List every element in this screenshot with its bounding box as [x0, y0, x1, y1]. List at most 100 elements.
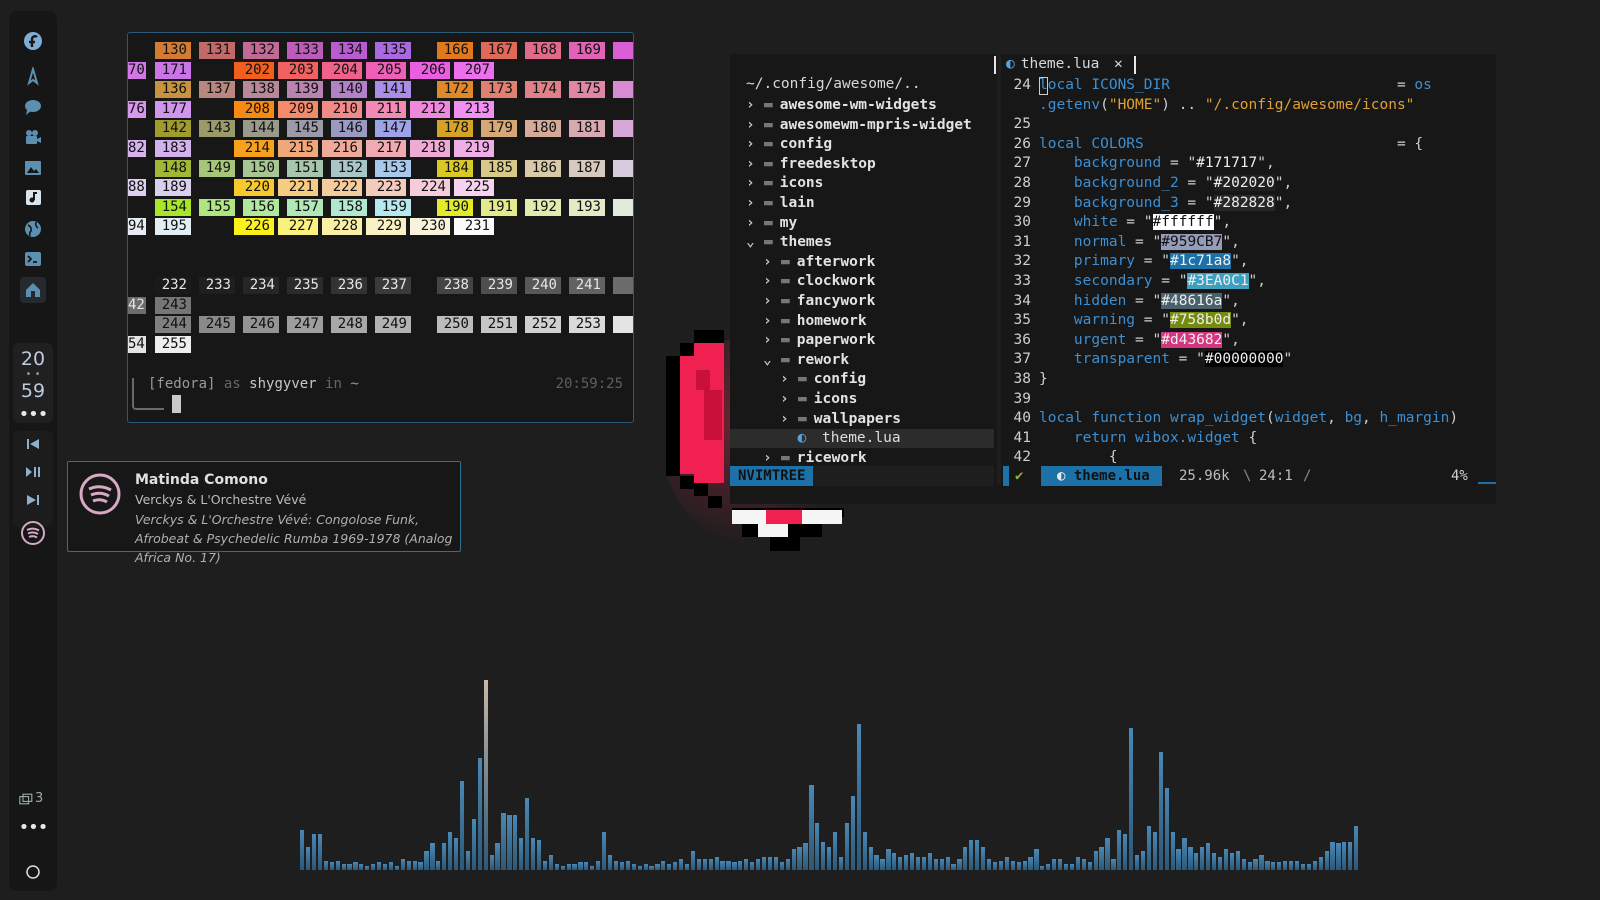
code-token: bg [1344, 410, 1363, 427]
chevron-right-icon: › [746, 195, 755, 211]
video-icon[interactable] [22, 126, 44, 148]
visualizer-bar [1253, 858, 1258, 870]
next-icon[interactable] [23, 490, 43, 510]
visualizer-bar [1318, 856, 1323, 870]
layout-count: 3 [35, 791, 44, 806]
code-token: ", [1213, 214, 1232, 231]
chevron-right-icon: › [780, 371, 789, 388]
check-icon: ✔ [1015, 468, 1024, 484]
visualizer-bar [738, 860, 743, 870]
color-cell: 42 [128, 296, 146, 314]
previous-icon[interactable] [23, 434, 43, 454]
color-cell: 206 [410, 61, 450, 79]
code-token: #d43682 [1161, 331, 1223, 348]
code-line: 40 local function wrap_widget(widget, bg,… [1001, 409, 1496, 429]
status-filename: ◐ theme.lua [1041, 466, 1162, 486]
music-notification[interactable]: Matinda Comono Verckys & L'Orchestre Vév… [67, 461, 461, 565]
line-number: 28 [1013, 175, 1031, 191]
spotify-icon[interactable] [20, 520, 46, 546]
code-token: widget [1274, 410, 1328, 427]
tree-folder-item[interactable]: › ▬ paperwork [730, 331, 994, 350]
tree-folder-item[interactable]: › ▬ awesomewm-mpris-widget [730, 116, 994, 135]
tree-folder-item[interactable]: › ▬ ricework [730, 449, 994, 468]
tree-folder-item[interactable]: › ▬ awesome-wm-widgets [730, 96, 994, 115]
visualizer-bar [1188, 847, 1193, 870]
fedora-icon[interactable] [22, 30, 44, 52]
visualizer-bar [1265, 860, 1270, 870]
visualizer-bar [981, 847, 986, 870]
tree-folder-item[interactable]: › ▬ homework [730, 312, 994, 331]
tab-bar: ◐ theme.lua ✕ [994, 54, 1496, 76]
color-cell: 168 [525, 42, 561, 59]
globe-icon[interactable] [22, 218, 44, 240]
tree-folder-item[interactable]: › ▬ icons [730, 174, 994, 193]
color-cell [199, 140, 217, 157]
more-dots-icon-bottom[interactable]: ••• [9, 817, 57, 838]
tab-close-icon[interactable]: ✕ [1114, 56, 1123, 72]
music-library-icon[interactable] [22, 187, 44, 209]
tree-file-item[interactable]: ◐ theme.lua [730, 429, 994, 449]
color-cell: 233 [199, 277, 235, 295]
tree-folder-item[interactable]: › ▬ config [730, 370, 994, 389]
color-cell: 139 [287, 81, 323, 99]
color-cell: 244 [155, 316, 191, 334]
tree-folder-item[interactable]: ⌄ ▬ rework [730, 351, 994, 370]
tab-theme-lua[interactable]: ◐ theme.lua ✕ [1006, 56, 1123, 72]
code-editor[interactable]: 24 local ICONS_DIR = os .getenv("HOME") ..… [1001, 76, 1496, 468]
chat-icon[interactable] [22, 96, 44, 118]
visualizer-bar [696, 858, 702, 870]
launcher-icon[interactable] [22, 66, 44, 88]
visualizer-bar [388, 862, 394, 870]
tree-folder-item[interactable]: › ▬ afterwork [730, 253, 994, 272]
visualizer-bar [915, 856, 921, 870]
color-cell: 218 [410, 140, 450, 157]
visualizer-bar [773, 856, 778, 870]
tree-folder-item[interactable]: › ▬ config [730, 135, 994, 154]
tree-folder-item[interactable]: › ▬ icons [730, 390, 994, 409]
visualizer-bar [501, 813, 506, 870]
color-cell: 237 [375, 277, 411, 295]
line-number: 27 [1013, 155, 1031, 172]
visualizer-bar [833, 832, 838, 870]
color-cell: 153 [375, 159, 411, 177]
tree-folder-item[interactable]: › ▬ freedesktop [730, 155, 994, 174]
visualizer-bar [1200, 847, 1205, 870]
visualizer-bar [465, 851, 471, 870]
terminal-window[interactable]: 1301311321331341351661671681691701712022… [127, 32, 634, 423]
tree-folder-item[interactable]: › ▬ clockwork [730, 272, 994, 291]
tree-folder-item[interactable]: › ▬ fancywork [730, 292, 994, 311]
tree-folder-item[interactable]: ⌄ ▬ themes [730, 233, 994, 252]
visualizer-bar [1342, 841, 1347, 870]
code-token: "HOME" [1108, 96, 1162, 113]
color-cell: 174 [525, 81, 561, 99]
color-cell: 148 [155, 159, 191, 177]
more-dots-icon[interactable]: ••• [9, 404, 57, 425]
visualizer-bar [838, 856, 844, 870]
visualizer-bar [791, 849, 796, 870]
nvim-window[interactable]: ◐ theme.lua ✕ ~/.config/awesome/.. › ▬ awes… [730, 54, 1496, 504]
color-cell: 150 [243, 159, 279, 177]
color-cell: 186 [525, 159, 561, 177]
color-cell: 245 [199, 316, 235, 334]
visualizer-bar [341, 864, 346, 870]
circle-icon[interactable] [22, 861, 44, 883]
visualizer-bar [584, 862, 589, 870]
color-cell: 132 [243, 42, 279, 59]
tree-folder-item[interactable]: › ▬ my [730, 214, 994, 233]
color-cell: 141 [375, 81, 411, 99]
color-cell [128, 120, 146, 137]
terminal-icon[interactable] [22, 248, 44, 270]
visualizer-bar [471, 818, 476, 870]
layout-indicator[interactable]: 3 [19, 791, 49, 811]
visualizer-bar [1146, 826, 1152, 870]
tree-folder-item[interactable]: › ▬ wallpapers [730, 410, 994, 429]
image-icon[interactable] [22, 157, 44, 179]
play-pause-icon[interactable] [23, 462, 43, 482]
color-cell: 187 [569, 159, 605, 177]
code-token: primary [1073, 253, 1136, 270]
tree-folder-item[interactable]: › ▬ lain [730, 194, 994, 213]
home-icon[interactable] [20, 277, 46, 303]
color-cell: 2 [613, 277, 633, 295]
